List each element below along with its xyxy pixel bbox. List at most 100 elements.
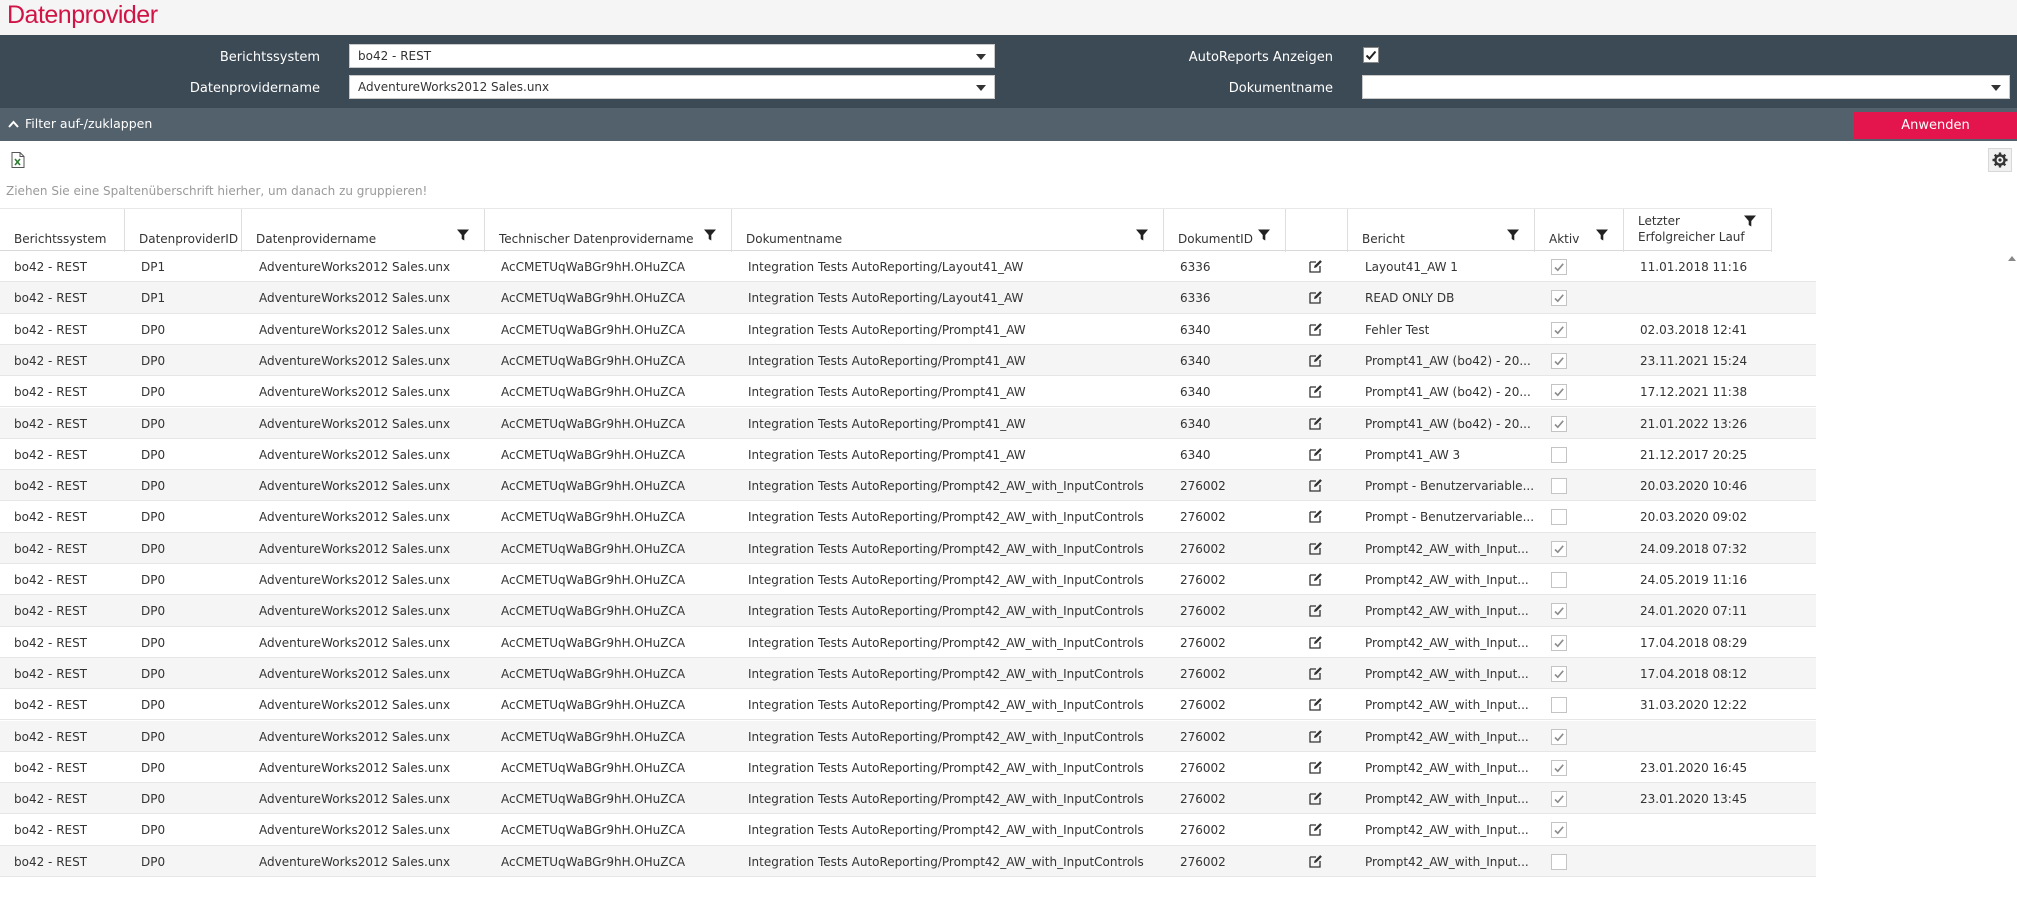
cell-system: bo42 - REST [14,604,88,619]
aktiv-checkbox[interactable] [1551,415,1567,432]
edit-icon[interactable] [1309,541,1323,555]
edit-icon[interactable] [1309,791,1323,805]
aktiv-checkbox[interactable] [1551,290,1567,307]
edit-icon[interactable] [1309,603,1323,617]
check-icon [1554,325,1564,334]
table-row[interactable]: bo42 - REST DP0 AdventureWorks2012 Sales.u… [0,532,1816,564]
cell-tech: AcCMETUqWaBGr9hH.OHuZCA [501,666,686,681]
autoreports-checkbox[interactable] [1363,47,1379,63]
edit-icon[interactable] [1309,290,1323,304]
edit-icon[interactable] [1309,322,1323,336]
aktiv-checkbox[interactable] [1551,352,1567,369]
table-row[interactable]: bo42 - REST DP0 AdventureWorks2012 Sales.u… [0,814,1816,846]
table-row[interactable]: bo42 - REST DP0 AdventureWorks2012 Sales.u… [0,595,1816,627]
edit-icon[interactable] [1309,572,1323,586]
aktiv-checkbox[interactable] [1551,697,1567,714]
datenprovidername-select[interactable]: AdventureWorks2012 Sales.unx [349,75,995,99]
funnel-icon[interactable] [1744,215,1756,227]
table-row[interactable]: bo42 - REST DP0 AdventureWorks2012 Sales.u… [0,376,1816,408]
table-row[interactable]: bo42 - REST DP1 AdventureWorks2012 Sales.u… [0,251,1816,283]
aktiv-checkbox[interactable] [1551,791,1567,808]
table-row[interactable]: bo42 - REST DP0 AdventureWorks2012 Sales.u… [0,627,1816,658]
edit-icon[interactable] [1309,729,1323,743]
aktiv-checkbox[interactable] [1551,759,1567,776]
aktiv-checkbox[interactable] [1551,321,1567,338]
edit-icon[interactable] [1309,384,1323,398]
funnel-icon[interactable] [1258,229,1270,241]
aktiv-checkbox[interactable] [1551,540,1567,557]
edit-icon[interactable] [1309,509,1323,524]
cell-doc: Integration Tests AutoReporting/Prompt42… [748,792,1144,807]
table-row[interactable]: bo42 - REST DP0 AdventureWorks2012 Sales.u… [0,752,1816,784]
aktiv-checkbox[interactable] [1551,478,1567,495]
table-row[interactable]: bo42 - REST DP0 AdventureWorks2012 Sales.u… [0,314,1816,345]
edit-icon[interactable] [1309,854,1323,868]
edit-icon[interactable] [1309,259,1323,273]
table-row[interactable]: bo42 - REST DP1 AdventureWorks2012 Sales.u… [0,282,1816,314]
cell-report: Layout41_AW 1 [1365,260,1458,274]
table-row[interactable]: bo42 - REST DP0 AdventureWorks2012 Sales.u… [0,845,1816,877]
cell-dpid: DP0 [141,322,166,337]
column-header-technischer-datenprovidername[interactable]: Technischer Datenprovidername [485,209,732,252]
table-row[interactable]: bo42 - REST DP0 AdventureWorks2012 Sales.u… [0,501,1816,533]
funnel-icon[interactable] [1596,229,1608,241]
table-row[interactable]: bo42 - REST DP0 AdventureWorks2012 Sales.u… [0,564,1816,596]
aktiv-checkbox[interactable] [1551,853,1567,870]
edit-icon[interactable] [1309,416,1323,430]
edit-icon[interactable] [1309,478,1323,492]
cell-report: Prompt42_AW_with_Input... [1365,729,1529,744]
edit-icon[interactable] [1309,697,1323,711]
column-header-aktiv[interactable]: Aktiv [1535,209,1624,252]
funnel-icon[interactable] [1136,229,1148,241]
edit-icon[interactable] [1309,760,1323,774]
funnel-icon[interactable] [1507,229,1519,241]
table-row[interactable]: bo42 - REST DP0 AdventureWorks2012 Sales.u… [0,344,1816,377]
aktiv-checkbox[interactable] [1551,509,1567,526]
column-header-letzter-lauf[interactable]: Letzter Erfolgreicher Lauf [1624,209,1772,252]
settings-button[interactable] [1988,148,2012,172]
table-row[interactable]: bo42 - REST DP0 AdventureWorks2012 Sales.u… [0,689,1816,721]
apply-button[interactable]: Anwenden [1854,112,2017,139]
filter-toggle[interactable]: Filter auf-/zuklappen [8,116,152,131]
group-drop-hint[interactable]: Ziehen Sie eine Spaltenüberschrift hierh… [6,184,427,198]
column-header-bericht[interactable]: Bericht [1348,209,1535,252]
edit-icon[interactable] [1309,666,1323,680]
table-row[interactable]: bo42 - REST DP0 AdventureWorks2012 Sales.u… [0,783,1816,815]
table-row[interactable]: bo42 - REST DP0 AdventureWorks2012 Sales.u… [0,657,1816,690]
column-header-datenprovidername[interactable]: Datenprovidername [242,209,485,252]
aktiv-checkbox[interactable] [1551,384,1567,401]
aktiv-checkbox[interactable] [1551,728,1567,745]
table-row[interactable]: bo42 - REST DP0 AdventureWorks2012 Sales.u… [0,720,1816,752]
edit-icon[interactable] [1309,635,1323,649]
aktiv-checkbox[interactable] [1551,259,1567,275]
column-header-berichtssystem[interactable]: Berichtssystem [0,209,125,252]
column-header-dokumentid[interactable]: DokumentID [1164,209,1286,252]
edit-icon[interactable] [1309,353,1323,367]
berichtssystem-select[interactable]: bo42 - REST [349,44,995,68]
column-header-dokumentname[interactable]: Dokumentname [732,209,1164,252]
edit-icon[interactable] [1309,447,1323,461]
funnel-icon[interactable] [704,229,716,241]
aktiv-checkbox[interactable] [1551,603,1567,620]
cell-tech: AcCMETUqWaBGr9hH.OHuZCA [501,573,686,587]
cell-system: bo42 - REST [14,635,88,650]
cell-report: Prompt41_AW (bo42) - 20... [1365,385,1531,400]
cell-report: Prompt42_AW_with_Input... [1365,792,1529,807]
cell-dpname: AdventureWorks2012 Sales.unx [259,729,451,744]
aktiv-checkbox[interactable] [1551,572,1567,588]
aktiv-checkbox[interactable] [1551,634,1567,651]
scroll-up-icon[interactable] [2008,256,2016,261]
dokumentname-select[interactable] [1362,75,2010,99]
table-row[interactable]: bo42 - REST DP0 AdventureWorks2012 Sales.u… [0,407,1816,439]
edit-icon[interactable] [1309,822,1323,837]
funnel-icon[interactable] [457,229,469,241]
aktiv-checkbox[interactable] [1551,822,1567,839]
excel-export-icon[interactable] [11,152,25,168]
column-header-datenproviderid[interactable]: DatenproviderID [125,209,242,252]
vertical-scrollbar[interactable] [2005,251,2017,900]
table-row[interactable]: bo42 - REST DP0 AdventureWorks2012 Sales.u… [0,470,1816,502]
aktiv-checkbox[interactable] [1551,446,1567,463]
check-icon [1554,795,1564,804]
aktiv-checkbox[interactable] [1551,665,1567,682]
table-row[interactable]: bo42 - REST DP0 AdventureWorks2012 Sales.u… [0,439,1816,471]
